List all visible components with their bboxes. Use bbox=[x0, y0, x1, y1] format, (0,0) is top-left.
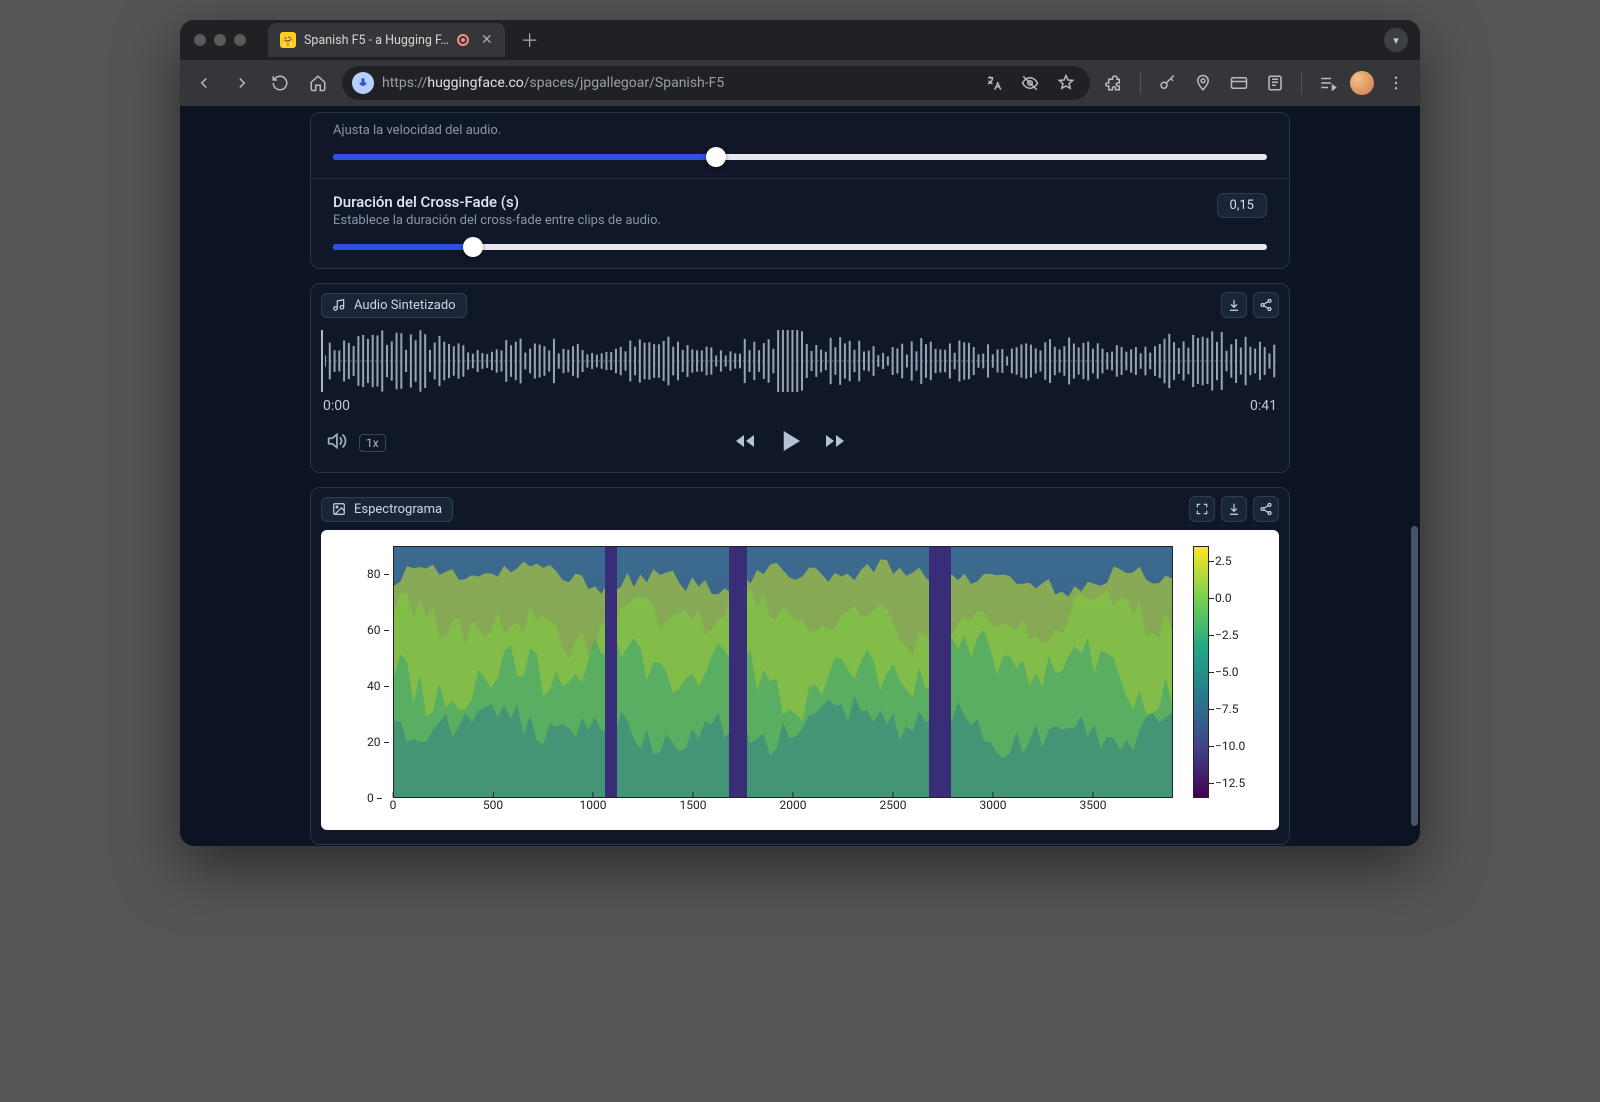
speed-slider-fill bbox=[333, 154, 716, 160]
home-button[interactable] bbox=[304, 69, 332, 97]
recording-indicator-icon bbox=[457, 34, 469, 46]
download-image-button[interactable] bbox=[1221, 496, 1247, 522]
close-tab-icon[interactable]: ✕ bbox=[481, 32, 493, 48]
volume-icon[interactable] bbox=[325, 430, 347, 456]
window-controls[interactable] bbox=[194, 34, 246, 46]
spectrogram-figure: 020406080 0500100015002000250030003500 2… bbox=[321, 530, 1279, 830]
slider-panel: Ajusta la velocidad del audio. Duración … bbox=[310, 112, 1290, 269]
download-audio-button[interactable] bbox=[1221, 292, 1247, 318]
profile-avatar[interactable] bbox=[1350, 71, 1374, 95]
tabs-menu-button[interactable]: ▾ bbox=[1384, 28, 1408, 52]
traffic-zoom[interactable] bbox=[234, 34, 246, 46]
crossfade-slider-thumb[interactable] bbox=[463, 237, 483, 257]
site-permissions-mic-icon[interactable] bbox=[352, 72, 374, 94]
crossfade-slider[interactable] bbox=[333, 244, 1267, 250]
spectrogram-panel: Espectrograma 020406080 0500100015 bbox=[310, 487, 1290, 845]
spectrogram-heatmap bbox=[393, 546, 1173, 798]
traffic-close[interactable] bbox=[194, 34, 206, 46]
browser-window: 🤗 Spanish F5 - a Hugging F… ✕ ＋ ▾ https:… bbox=[180, 20, 1420, 846]
bookmark-star-icon[interactable] bbox=[1052, 69, 1080, 97]
play-button[interactable] bbox=[775, 426, 805, 460]
share-image-button[interactable] bbox=[1253, 496, 1279, 522]
forward-button[interactable] bbox=[228, 69, 256, 97]
speed-slider-card: Ajusta la velocidad del audio. bbox=[311, 113, 1289, 179]
speed-slider-thumb[interactable] bbox=[706, 147, 726, 167]
address-bar[interactable]: https://huggingface.co/spaces/jpgallegoa… bbox=[342, 66, 1090, 100]
browser-tab[interactable]: 🤗 Spanish F5 - a Hugging F… ✕ bbox=[268, 23, 505, 57]
waveform-display[interactable] bbox=[321, 330, 1279, 392]
reader-icon[interactable] bbox=[1261, 69, 1289, 97]
fast-forward-button[interactable] bbox=[823, 429, 847, 457]
share-audio-button[interactable] bbox=[1253, 292, 1279, 318]
time-total: 0:41 bbox=[1250, 398, 1277, 414]
page-viewport[interactable]: Ajusta la velocidad del audio. Duración … bbox=[180, 106, 1420, 846]
new-tab-button[interactable]: ＋ bbox=[521, 27, 539, 53]
time-elapsed: 0:00 bbox=[323, 398, 350, 414]
playlist-icon[interactable] bbox=[1314, 69, 1342, 97]
crossfade-value-input[interactable]: 0,15 bbox=[1217, 193, 1267, 218]
music-note-icon bbox=[332, 298, 346, 312]
playback-rate-button[interactable]: 1x bbox=[359, 434, 386, 452]
audio-panel-label: Audio Sintetizado bbox=[321, 293, 467, 318]
eye-off-icon[interactable] bbox=[1016, 69, 1044, 97]
extensions-icon[interactable] bbox=[1100, 69, 1128, 97]
crossfade-title: Duración del Cross-Fade (s) bbox=[333, 193, 661, 211]
huggingface-favicon: 🤗 bbox=[280, 32, 296, 48]
colorbar: 2.50.0−2.5−5.0−7.5−10.0−12.5 bbox=[1193, 546, 1259, 820]
image-icon bbox=[332, 502, 346, 516]
key-icon[interactable] bbox=[1153, 69, 1181, 97]
fullscreen-button[interactable] bbox=[1189, 496, 1215, 522]
translate-icon[interactable] bbox=[980, 69, 1008, 97]
audio-output-panel: Audio Sintetizado 0:00 0:41 bbox=[310, 283, 1290, 473]
browser-toolbar: https://huggingface.co/spaces/jpgallegoa… bbox=[180, 60, 1420, 106]
tab-title: Spanish F5 - a Hugging F… bbox=[304, 33, 449, 48]
tab-bar: 🤗 Spanish F5 - a Hugging F… ✕ ＋ ▾ bbox=[180, 20, 1420, 60]
payment-icon[interactable] bbox=[1225, 69, 1253, 97]
kebab-menu-icon[interactable] bbox=[1382, 69, 1410, 97]
location-icon[interactable] bbox=[1189, 69, 1217, 97]
back-button[interactable] bbox=[190, 69, 218, 97]
crossfade-slider-card: Duración del Cross-Fade (s) Establece la… bbox=[311, 179, 1289, 268]
crossfade-slider-fill bbox=[333, 244, 473, 250]
rewind-button[interactable] bbox=[733, 429, 757, 457]
reload-button[interactable] bbox=[266, 69, 294, 97]
traffic-minimize[interactable] bbox=[214, 34, 226, 46]
crossfade-desc: Establece la duración del cross-fade ent… bbox=[333, 213, 661, 228]
url-text: https://huggingface.co/spaces/jpgallegoa… bbox=[382, 75, 972, 91]
spectrogram-panel-label: Espectrograma bbox=[321, 497, 453, 522]
speed-slider[interactable] bbox=[333, 154, 1267, 160]
scrollbar-thumb[interactable] bbox=[1411, 526, 1418, 826]
speed-slider-desc: Ajusta la velocidad del audio. bbox=[333, 123, 1267, 138]
